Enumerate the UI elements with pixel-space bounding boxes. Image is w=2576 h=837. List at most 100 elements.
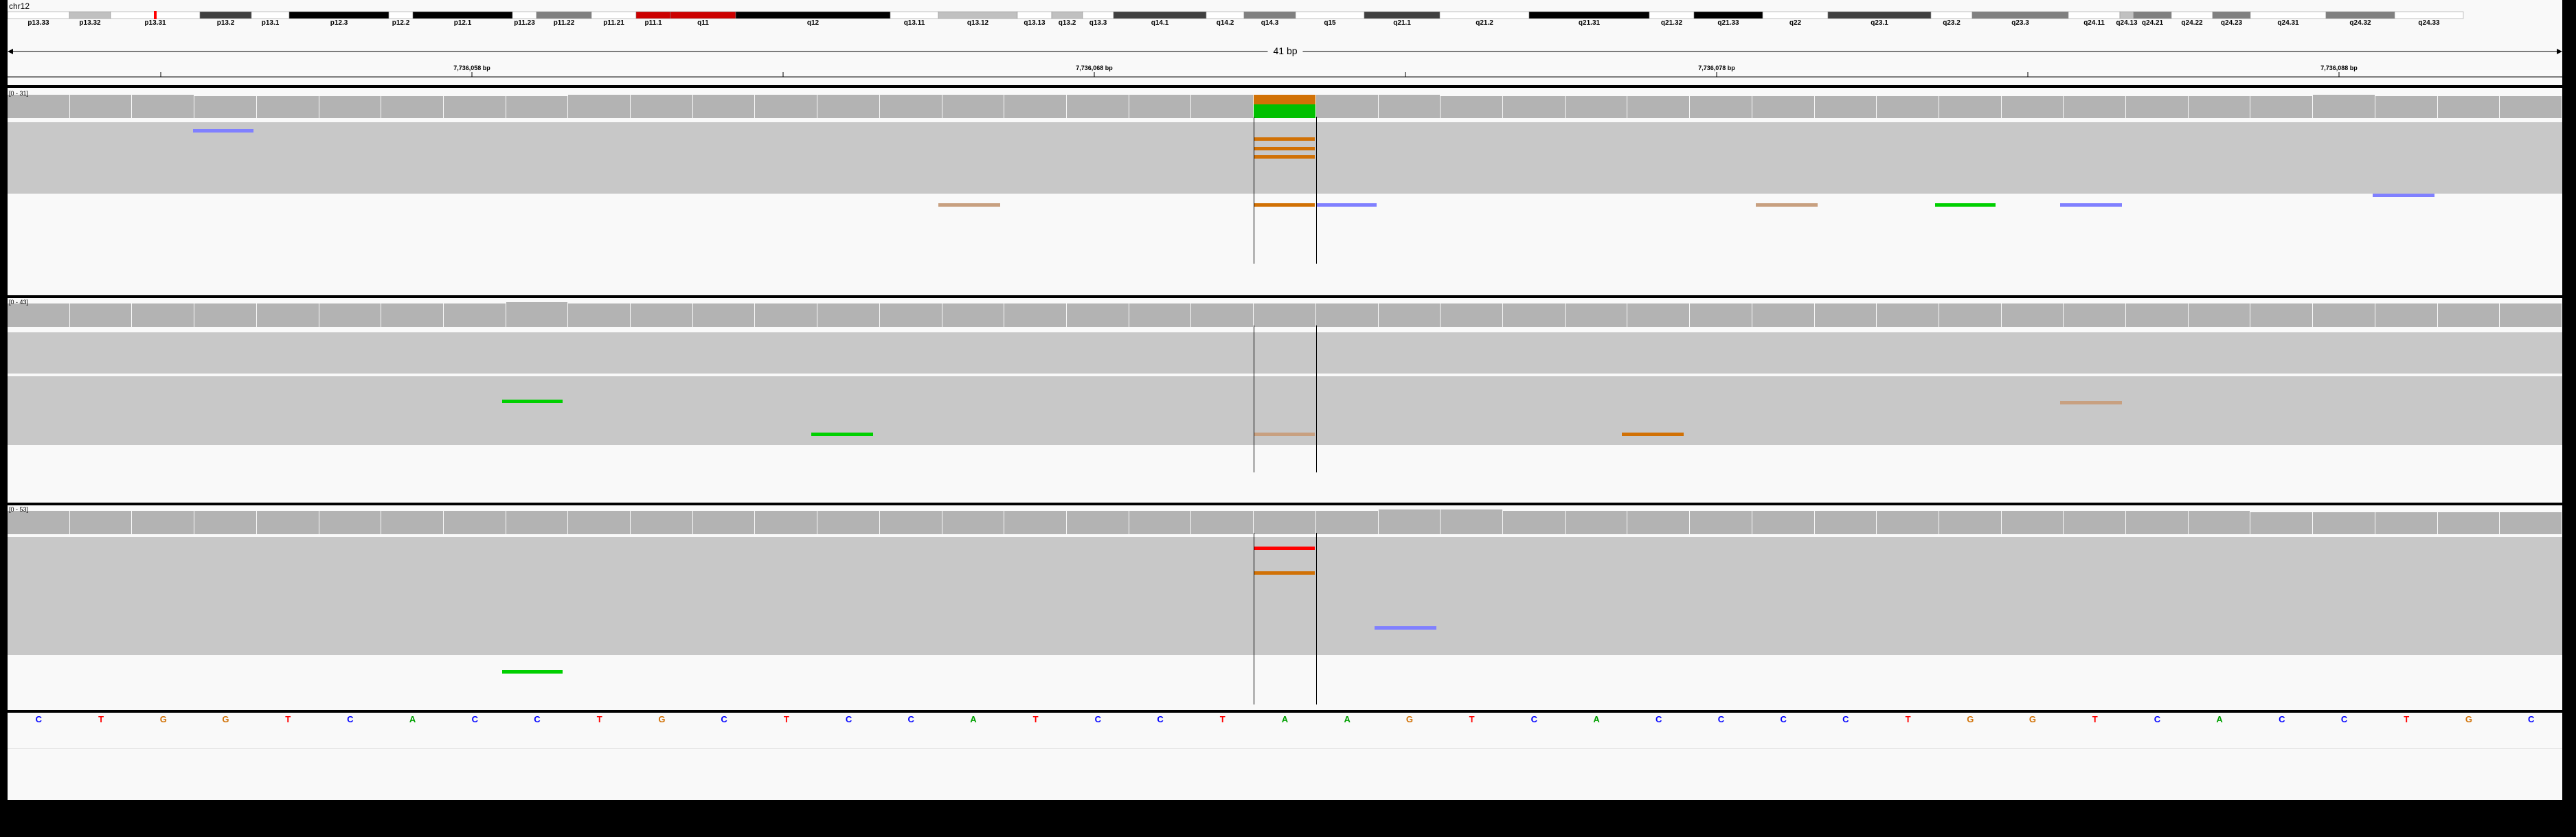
cytoband-p12.2[interactable] <box>388 11 414 19</box>
coverage-bar[interactable] <box>2064 511 2126 534</box>
coverage-bar[interactable] <box>1565 303 1627 327</box>
coverage-bar[interactable] <box>132 511 194 534</box>
mismatch-mark[interactable] <box>502 400 563 403</box>
coverage-bar[interactable] <box>1939 96 2001 118</box>
coverage-bar[interactable] <box>568 95 631 118</box>
coverage-bar[interactable] <box>256 511 319 534</box>
coverage-bar[interactable] <box>194 303 256 327</box>
coverage-bar[interactable] <box>8 303 69 327</box>
mismatch-mark[interactable] <box>502 670 563 674</box>
coverage-bar[interactable] <box>2126 303 2188 327</box>
read-block[interactable] <box>8 608 2562 655</box>
coverage-bar[interactable] <box>2313 95 2375 118</box>
coverage-bar[interactable] <box>1191 95 1254 118</box>
ruler[interactable]: 41 bp 7,736,058 bp 7,736,068 bp 7,736,07… <box>8 44 2562 88</box>
coverage-bar[interactable] <box>1378 95 1440 118</box>
coverage-bar[interactable] <box>631 95 692 118</box>
cytoband-p11.23[interactable] <box>512 11 537 19</box>
mismatch-mark[interactable] <box>1375 626 1436 630</box>
cytoband-q14.1[interactable] <box>1113 11 1207 19</box>
mismatch-mark[interactable] <box>2060 203 2122 207</box>
coverage-bar[interactable] <box>1440 303 1502 327</box>
coverage-bar[interactable] <box>319 303 381 327</box>
coverage-bar[interactable] <box>755 511 817 534</box>
coverage-bar[interactable] <box>194 96 256 118</box>
coverage-bar[interactable] <box>2001 96 2064 118</box>
mismatch-mark[interactable] <box>1254 571 1315 575</box>
coverage-bar[interactable] <box>1191 511 1254 534</box>
cytoband-q23.3[interactable] <box>1971 11 2069 19</box>
cytoband-q13.3[interactable] <box>1082 11 1114 19</box>
coverage-bar[interactable] <box>879 511 942 534</box>
coverage-bar[interactable] <box>817 303 879 327</box>
coverage-bar[interactable] <box>1565 96 1627 118</box>
chromosome-ideogram[interactable] <box>8 11 2562 19</box>
coverage-bar[interactable] <box>2001 511 2064 534</box>
read-block[interactable] <box>8 155 2562 194</box>
coverage-bar[interactable] <box>319 511 381 534</box>
coverage-bar[interactable] <box>1315 95 1378 118</box>
coverage-bar[interactable] <box>506 302 568 327</box>
coverage-bar[interactable] <box>381 96 443 118</box>
coverage-bar[interactable] <box>817 95 879 118</box>
coverage-bar[interactable] <box>942 511 1004 534</box>
coverage-bar[interactable] <box>692 95 755 118</box>
mismatch-mark[interactable] <box>1254 137 1315 141</box>
cytoband-p13.2[interactable] <box>199 11 252 19</box>
coverage-bar[interactable] <box>1565 511 1627 534</box>
coverage-bar[interactable] <box>1067 303 1129 327</box>
coverage-bar[interactable] <box>443 96 506 118</box>
mismatch-mark[interactable] <box>1254 147 1315 150</box>
coverage-bar[interactable] <box>132 95 194 118</box>
coverage-bar[interactable] <box>1690 511 1752 534</box>
coverage-bar[interactable] <box>1378 303 1440 327</box>
coverage-bar[interactable] <box>1067 511 1129 534</box>
coverage-bar[interactable] <box>1877 96 1939 118</box>
coverage-bar[interactable] <box>755 303 817 327</box>
cytoband-p13.32[interactable] <box>69 11 111 19</box>
cytoband-q24.33[interactable] <box>2394 11 2464 19</box>
coverage-bar[interactable] <box>1254 303 1315 327</box>
cytoband-q24.13[interactable] <box>2119 11 2134 19</box>
coverage-bar[interactable] <box>692 303 755 327</box>
cytoband-q24.22[interactable] <box>2171 11 2213 19</box>
coverage-bar[interactable] <box>2001 303 2064 327</box>
coverage-bar[interactable] <box>2064 96 2126 118</box>
coverage-bar[interactable] <box>69 511 132 534</box>
cytoband-q24.31[interactable] <box>2250 11 2327 19</box>
cytoband-q21.33[interactable] <box>1693 11 1763 19</box>
cytoband-p11.22[interactable] <box>536 11 592 19</box>
coverage-bar[interactable] <box>1752 511 1814 534</box>
coverage-bar[interactable] <box>443 303 506 327</box>
reference-sequence-track[interactable]: CTGGTCACCTGCTCCATCCTAAGTCACCCCTGGTCACCTG… <box>8 714 2562 728</box>
cytoband-p11.21[interactable] <box>591 11 637 19</box>
cytoband-q11[interactable] <box>670 11 736 19</box>
alignment-track-3[interactable]: [0 - 53] <box>8 505 2562 710</box>
cytoband-q23.2[interactable] <box>1930 11 1973 19</box>
mismatch-mark[interactable] <box>1316 203 1377 207</box>
coverage-bar[interactable] <box>319 96 381 118</box>
coverage-bar[interactable] <box>1939 303 2001 327</box>
coverage-bar[interactable] <box>2188 303 2250 327</box>
cytoband-q21.1[interactable] <box>1364 11 1440 19</box>
cytoband-p13.33[interactable] <box>8 11 70 19</box>
alignment-track-2[interactable]: [0 - 43] <box>8 298 2562 503</box>
coverage-bar[interactable] <box>1502 303 1565 327</box>
coverage-bar[interactable] <box>2375 512 2437 534</box>
coverage-bar[interactable] <box>1627 511 1690 534</box>
allele-frequency-bar[interactable] <box>1254 104 1315 118</box>
cytoband-q13.13[interactable] <box>1017 11 1052 19</box>
coverage-bar[interactable] <box>1814 96 1877 118</box>
coverage-bar[interactable] <box>1129 511 1191 534</box>
coverage-bar[interactable] <box>1129 303 1191 327</box>
coverage-bar[interactable] <box>2188 511 2250 534</box>
cytoband-q12[interactable] <box>735 11 891 19</box>
coverage-bar[interactable] <box>631 303 692 327</box>
coverage-bar[interactable] <box>1627 96 1690 118</box>
coverage-bar[interactable] <box>1627 303 1690 327</box>
coverage-track[interactable] <box>8 92 2562 118</box>
alignment-track-1[interactable]: [0 - 31] <box>8 89 2562 295</box>
coverage-bar[interactable] <box>942 95 1004 118</box>
cytoband-q15[interactable] <box>1295 11 1365 19</box>
mismatch-mark[interactable] <box>1622 433 1684 436</box>
